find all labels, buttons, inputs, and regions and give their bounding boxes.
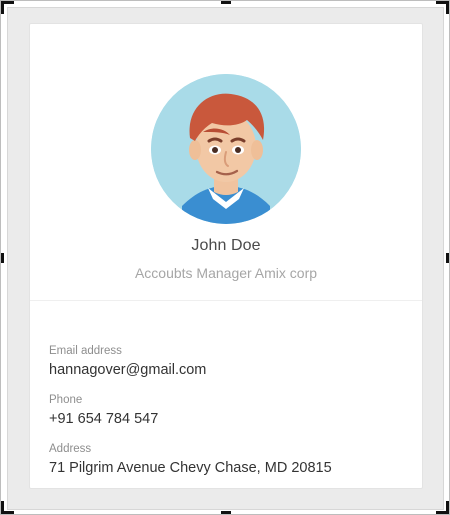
resize-handle-top[interactable] — [221, 1, 231, 4]
resize-corner-top-right[interactable] — [436, 1, 449, 14]
email-value: hannagover@gmail.com — [49, 362, 207, 378]
screenshot-canvas: John Doe Accoubts Manager Amix corp Emai… — [0, 0, 450, 515]
phone-value: +91 654 784 547 — [49, 411, 159, 427]
phone-label: Phone — [49, 394, 83, 406]
profile-name: John Doe — [191, 237, 261, 254]
resize-corner-top-left[interactable] — [1, 1, 14, 14]
resize-handle-bottom[interactable] — [221, 511, 231, 514]
resize-corner-bottom-left[interactable] — [1, 501, 14, 514]
profile-card: John Doe Accoubts Manager Amix corp Emai… — [29, 23, 423, 489]
resize-handle-left[interactable] — [1, 253, 4, 263]
resize-corner-bottom-right[interactable] — [436, 501, 449, 514]
section-divider — [30, 300, 422, 301]
address-label: Address — [49, 443, 92, 455]
address-value: 71 Pilgrim Avenue Chevy Chase, MD 20815 — [49, 460, 332, 476]
avatar — [151, 74, 301, 224]
resize-handle-right[interactable] — [446, 253, 449, 263]
email-label: Email address — [49, 345, 122, 357]
profile-title: Accoubts Manager Amix corp — [134, 265, 318, 281]
